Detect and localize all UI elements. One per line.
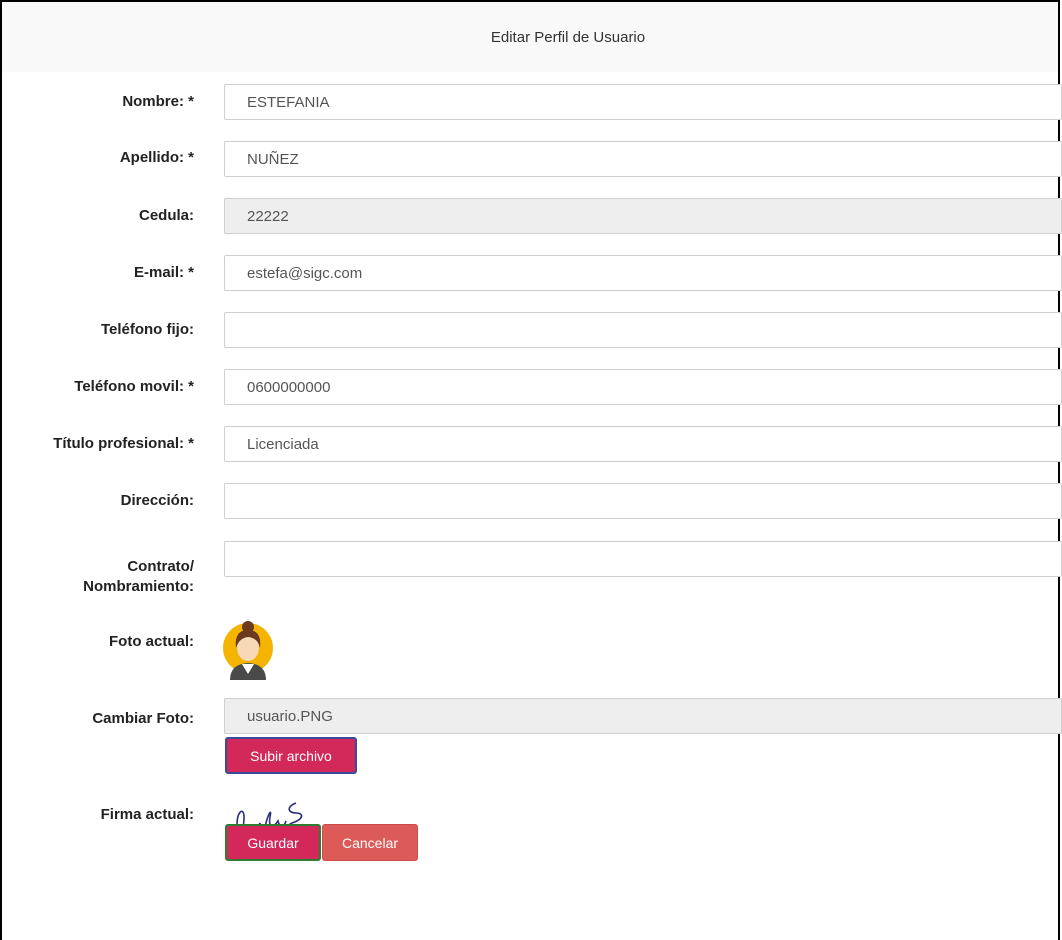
- apellido-input[interactable]: [224, 141, 1062, 177]
- nombre-label: Nombre: *: [122, 93, 194, 110]
- telefono-movil-label: Teléfono movil: *: [74, 378, 194, 395]
- email-input[interactable]: [224, 255, 1062, 291]
- titulo-input[interactable]: [224, 426, 1062, 462]
- firma-actual-label: Firma actual:: [100, 806, 194, 823]
- contrato-label-line1: Contrato/: [127, 558, 194, 575]
- save-button[interactable]: Guardar: [225, 824, 321, 861]
- telefono-fijo-input[interactable]: [224, 312, 1062, 348]
- telefono-movil-input[interactable]: [224, 369, 1062, 405]
- user-avatar-icon: [223, 621, 273, 680]
- cancel-button[interactable]: Cancelar: [322, 824, 418, 861]
- panel-heading: Editar Perfil de Usuario: [2, 2, 1058, 72]
- contrato-label: Contrato/ Nombramiento:: [83, 557, 194, 597]
- direccion-label: Dirección:: [120, 492, 194, 509]
- upload-file-button[interactable]: Subir archivo: [225, 737, 357, 774]
- cedula-input: [224, 198, 1062, 234]
- telefono-fijo-label: Teléfono fijo:: [100, 321, 194, 338]
- foto-actual-label: Foto actual:: [109, 633, 194, 650]
- apellido-label: Apellido: *: [119, 149, 194, 166]
- page-title: Editar Perfil de Usuario: [490, 28, 646, 46]
- cambiar-foto-filename: [224, 698, 1062, 734]
- titulo-label: Título profesional: *: [53, 435, 194, 452]
- contrato-label-line2: Nombramiento:: [83, 578, 194, 595]
- nombre-input[interactable]: [224, 84, 1062, 120]
- cedula-label: Cedula:: [138, 207, 194, 224]
- contrato-input[interactable]: [224, 541, 1062, 577]
- email-label: E-mail: *: [133, 264, 194, 281]
- direccion-input[interactable]: [224, 483, 1062, 519]
- cambiar-foto-label: Cambiar Foto:: [92, 710, 194, 727]
